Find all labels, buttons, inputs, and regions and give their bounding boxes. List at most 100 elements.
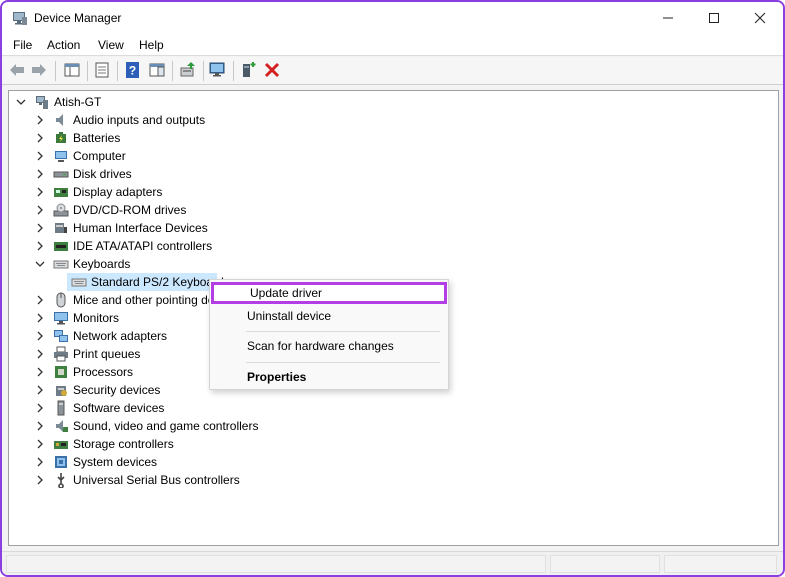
ctx-properties[interactable]: Properties [211, 366, 447, 388]
tree-root[interactable]: Atish-GT [15, 93, 101, 111]
tree-item-label: DVD/CD-ROM drives [73, 203, 187, 217]
monitor-icon [54, 312, 68, 325]
toolbar-separator [55, 61, 56, 81]
action-pane-icon[interactable] [148, 61, 166, 79]
tree-category[interactable]: Universal Serial Bus controllers [34, 471, 240, 489]
uninstall-device-icon[interactable] [263, 61, 281, 79]
tree-item-label: Audio inputs and outputs [73, 113, 206, 127]
computer-icon [55, 151, 67, 162]
storage-controller-icon [54, 441, 68, 449]
chevron-right-icon[interactable] [34, 240, 46, 252]
chevron-right-icon[interactable] [34, 222, 46, 234]
tree-category[interactable]: Batteries [34, 129, 120, 147]
close-button[interactable] [737, 2, 783, 34]
tree-category[interactable]: Processors [34, 363, 133, 381]
chevron-right-icon[interactable] [34, 420, 46, 432]
menu-view[interactable]: View [98, 38, 124, 52]
tree-category[interactable]: Display adapters [34, 183, 162, 201]
menu-action[interactable]: Action [47, 38, 80, 52]
network-adapter-icon [54, 330, 68, 342]
chevron-right-icon[interactable] [34, 186, 46, 198]
chevron-right-icon[interactable] [34, 456, 46, 468]
tree-category[interactable]: Network adapters [34, 327, 167, 345]
chevron-right-icon[interactable] [34, 330, 46, 342]
scan-hardware-icon[interactable] [209, 61, 227, 79]
minimize-button[interactable] [645, 2, 691, 34]
chevron-right-icon[interactable] [34, 474, 46, 486]
toolbar-separator [203, 61, 204, 81]
tree-category[interactable]: Monitors [34, 309, 119, 327]
tree-category[interactable]: Software devices [34, 399, 164, 417]
tree-category[interactable]: DVD/CD-ROM drives [34, 201, 186, 219]
menu-help[interactable]: Help [139, 38, 164, 52]
keyboard-icon [53, 260, 69, 269]
status-bar [2, 551, 783, 575]
ctx-uninstall-device[interactable]: Uninstall device [211, 305, 447, 327]
tree-category[interactable]: Audio inputs and outputs [34, 111, 205, 129]
tree-item-label: Human Interface Devices [73, 221, 208, 235]
hid-icon [55, 223, 67, 233]
tree-category[interactable]: Storage controllers [34, 435, 174, 453]
tree-category[interactable]: Computer [34, 147, 126, 165]
context-menu: Update driver Uninstall device Scan for … [209, 279, 449, 390]
maximize-button[interactable] [691, 2, 737, 34]
show-hide-tree-icon[interactable] [63, 61, 81, 79]
tree-item-label: Sound, video and game controllers [73, 419, 259, 433]
status-cell [550, 555, 660, 573]
forward-arrow-icon[interactable] [30, 61, 48, 79]
tree-category[interactable]: Sound, video and game controllers [34, 417, 258, 435]
tree-item-label: Software devices [73, 401, 165, 415]
speaker-icon [56, 114, 63, 126]
svg-text:?: ? [129, 64, 136, 78]
tree-category[interactable]: IDE ATA/ATAPI controllers [34, 237, 212, 255]
back-arrow-icon[interactable] [8, 61, 26, 79]
menu-file[interactable]: File [13, 38, 32, 52]
chevron-right-icon[interactable] [34, 402, 46, 414]
chevron-right-icon[interactable] [34, 132, 46, 144]
chevron-right-icon[interactable] [34, 366, 46, 378]
computer-icon [36, 96, 48, 109]
tree-item-label: Display adapters [73, 185, 163, 199]
toolbar-separator [172, 61, 173, 81]
chevron-down-icon[interactable] [15, 96, 27, 108]
ctx-separator [246, 362, 440, 363]
tree-category[interactable]: Security devices [34, 381, 160, 399]
ctx-scan-hardware-changes[interactable]: Scan for hardware changes [211, 335, 447, 357]
add-legacy-hardware-icon[interactable] [240, 61, 258, 79]
device-manager-app-icon [13, 12, 27, 25]
tree-category[interactable]: Disk drives [34, 165, 132, 183]
ctx-separator [246, 331, 440, 332]
toolbar-separator [87, 61, 88, 81]
tree-category[interactable]: Print queues [34, 345, 140, 363]
chevron-right-icon[interactable] [34, 384, 46, 396]
ctx-update-driver[interactable]: Update driver [211, 282, 447, 304]
ide-controller-icon [54, 242, 68, 251]
tree-item-label: Disk drives [73, 167, 132, 181]
toolbar: ? [2, 57, 783, 85]
toolbar-separator [233, 61, 234, 81]
update-driver-icon[interactable] [179, 61, 197, 79]
keyboard-icon [71, 278, 87, 287]
tree-category[interactable]: Keyboards [34, 255, 130, 273]
tree-item-label: Computer [73, 149, 126, 163]
chevron-down-icon[interactable] [34, 258, 46, 270]
chevron-right-icon[interactable] [34, 204, 46, 216]
tree-item-label: IDE ATA/ATAPI controllers [73, 239, 213, 253]
help-icon[interactable]: ? [124, 61, 142, 79]
chevron-right-icon[interactable] [34, 114, 46, 126]
chevron-right-icon[interactable] [34, 348, 46, 360]
menu-bar: File Action View Help [2, 34, 783, 56]
tree-category[interactable]: System devices [34, 453, 157, 471]
tree-device-standard-ps2-keyboard[interactable]: Standard PS/2 Keyboard [71, 273, 224, 291]
minimize-icon [663, 17, 673, 19]
chevron-right-icon[interactable] [34, 312, 46, 324]
disk-drive-icon [53, 171, 69, 178]
window-title: Device Manager [34, 11, 122, 25]
chevron-right-icon[interactable] [34, 168, 46, 180]
chevron-right-icon[interactable] [34, 150, 46, 162]
chevron-right-icon[interactable] [34, 294, 46, 306]
properties-icon[interactable] [93, 61, 111, 79]
chevron-right-icon[interactable] [34, 438, 46, 450]
tree-item-label: Standard PS/2 Keyboard [91, 275, 224, 289]
tree-category[interactable]: Human Interface Devices [34, 219, 208, 237]
